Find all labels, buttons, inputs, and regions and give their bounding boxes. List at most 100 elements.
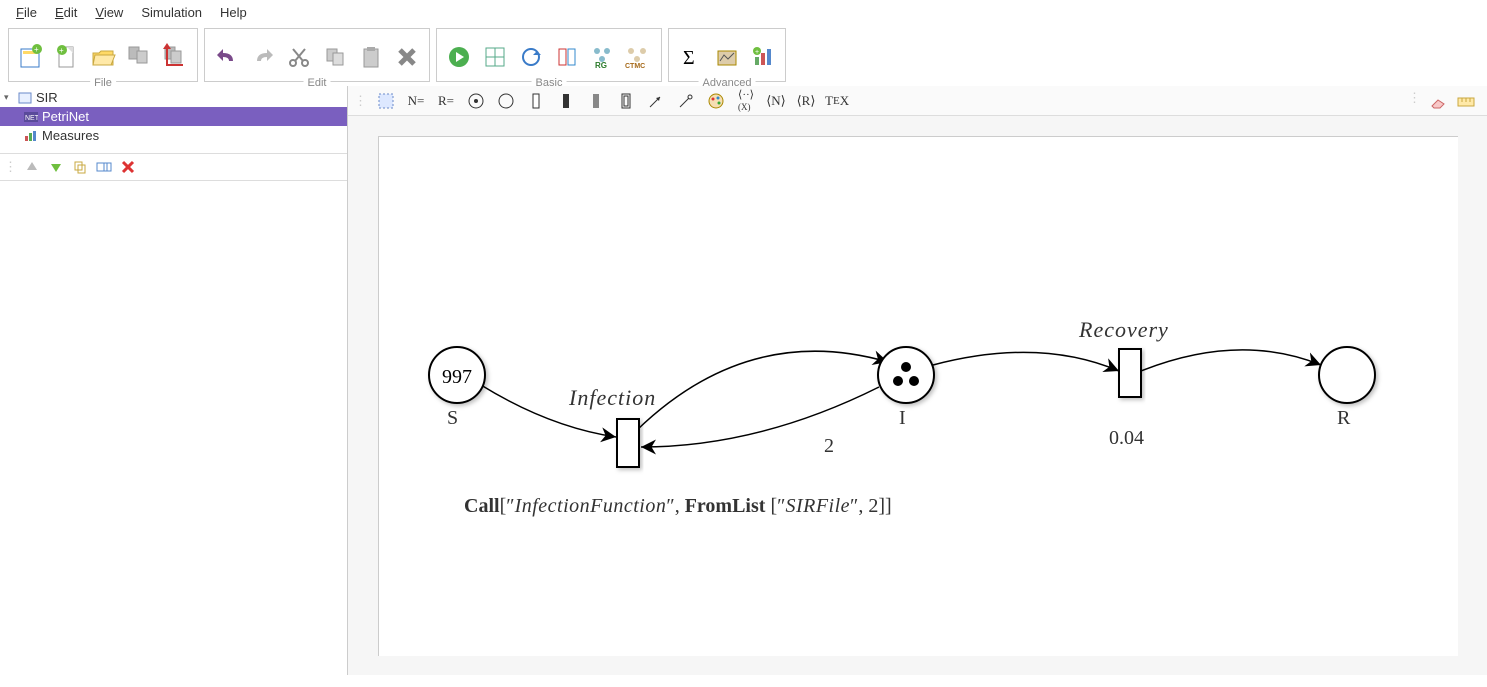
- play-button[interactable]: [443, 39, 475, 75]
- scissors-icon: [287, 45, 311, 69]
- recovery-rate-label: 0.04: [1109, 427, 1144, 450]
- save-button[interactable]: [123, 39, 155, 75]
- tree-item-petrinet[interactable]: NET PetriNet: [0, 107, 347, 126]
- palette-icon: [707, 92, 725, 110]
- open-button[interactable]: [87, 39, 119, 75]
- copy-icon: [323, 45, 347, 69]
- net-icon: NET: [24, 111, 38, 123]
- x-brace-tool[interactable]: ⟨··⟩(X): [735, 90, 757, 112]
- cut-button[interactable]: [283, 39, 315, 75]
- transition-black-tool[interactable]: [555, 90, 577, 112]
- place-i-label: I: [899, 407, 906, 430]
- rg-icon: RG: [589, 45, 617, 69]
- svg-text:Σ: Σ: [683, 47, 695, 69]
- svg-text:CTMC: CTMC: [625, 63, 645, 69]
- editor-area: ⋮ N= R= ⟨··⟩(X) ⟨N⟩ ⟨R⟩ TEX ⋮: [348, 86, 1487, 675]
- tree-measures-label: Measures: [42, 128, 99, 143]
- chart-icon: +: [751, 45, 775, 69]
- cycle-button[interactable]: [515, 39, 547, 75]
- place-tool[interactable]: [465, 90, 487, 112]
- rg-button[interactable]: RG: [587, 39, 619, 75]
- layout-button[interactable]: [479, 39, 511, 75]
- place-s-tokens: 997: [442, 366, 472, 388]
- place-r-label: R: [1337, 407, 1350, 430]
- tree-arrow-icon: ▾: [4, 92, 14, 103]
- undo-button[interactable]: [211, 39, 243, 75]
- unfold-button[interactable]: [551, 39, 583, 75]
- new-file-icon: +: [53, 43, 81, 71]
- r-eq-tool[interactable]: R=: [435, 90, 457, 112]
- svg-text:+: +: [59, 46, 64, 55]
- transition-white-icon: [530, 92, 542, 110]
- delete-x-small-icon: [121, 160, 135, 174]
- tex-tool[interactable]: TEX: [825, 90, 849, 112]
- transition-outline-icon: [620, 92, 632, 110]
- menu-simulation[interactable]: Simulation: [133, 3, 210, 22]
- sigma-button[interactable]: Σ: [675, 39, 707, 75]
- place-s-label: S: [447, 407, 458, 430]
- n-eq-tool[interactable]: N=: [405, 90, 427, 112]
- redo-button[interactable]: [247, 39, 279, 75]
- svg-text:NET: NET: [25, 115, 38, 122]
- paste-icon: [359, 45, 383, 69]
- canvas-viewport[interactable]: 997 S I R Infection: [348, 116, 1487, 675]
- toolbar-group-file: + + File: [8, 28, 198, 82]
- select-tool[interactable]: [375, 90, 397, 112]
- transition-gray-icon: [590, 92, 602, 110]
- layout-icon: [483, 45, 507, 69]
- menu-file[interactable]: File: [8, 3, 45, 22]
- canvas[interactable]: 997 S I R Infection: [378, 136, 1458, 656]
- petri-net-svg: 997: [379, 137, 1459, 657]
- paste-button[interactable]: [355, 39, 387, 75]
- grip-icon: ⋮: [354, 93, 367, 109]
- transition-infection-label: Infection: [569, 385, 656, 411]
- r-angle-tool[interactable]: ⟨R⟩: [795, 90, 817, 112]
- grip-icon: ⋮: [4, 159, 17, 175]
- analysis-button[interactable]: [711, 39, 743, 75]
- new-file-button[interactable]: +: [51, 39, 83, 75]
- copy-button[interactable]: [319, 39, 351, 75]
- move-down-button[interactable]: [47, 158, 65, 176]
- menu-help[interactable]: Help: [212, 3, 255, 22]
- arc-tool[interactable]: [645, 90, 667, 112]
- n-angle-tool[interactable]: ⟨N⟩: [765, 90, 787, 112]
- editor-toolbar: ⋮ N= R= ⟨··⟩(X) ⟨N⟩ ⟨R⟩ TEX ⋮: [348, 86, 1487, 116]
- transition-gray-tool[interactable]: [585, 90, 607, 112]
- selection-icon: [377, 92, 395, 110]
- tree-root-sir[interactable]: ▾ SIR: [0, 88, 347, 107]
- ctmc-button[interactable]: CTMC: [623, 39, 655, 75]
- toolbar-row: + + File Edit RG CTMC Basic: [0, 24, 1487, 86]
- inhibitor-icon: [677, 92, 695, 110]
- color-tool[interactable]: [705, 90, 727, 112]
- cycle-icon: [519, 45, 543, 69]
- tree-item-measures[interactable]: Measures: [0, 126, 347, 145]
- sidebar: ▾ SIR NET PetriNet Measures ⋮: [0, 86, 348, 675]
- svg-text:RG: RG: [595, 61, 607, 69]
- delete-tree-button[interactable]: [119, 158, 137, 176]
- place-empty-tool[interactable]: [495, 90, 517, 112]
- transition-outline-tool[interactable]: [615, 90, 637, 112]
- menu-view[interactable]: View: [87, 3, 131, 22]
- tree-root-label: SIR: [36, 90, 58, 105]
- delete-button[interactable]: [391, 39, 423, 75]
- expr-call: Call: [464, 495, 500, 517]
- inhibitor-arc-tool[interactable]: [675, 90, 697, 112]
- toolbar-group-basic: RG CTMC Basic: [436, 28, 662, 82]
- save-icon: [125, 43, 153, 71]
- transition-white-tool[interactable]: [525, 90, 547, 112]
- new-project-button[interactable]: +: [15, 39, 47, 75]
- chart-button[interactable]: +: [747, 39, 779, 75]
- svg-text:+: +: [755, 49, 759, 56]
- toolbar-group-file-label: File: [90, 77, 116, 89]
- duplicate-button[interactable]: [71, 158, 89, 176]
- rename-button[interactable]: [95, 158, 113, 176]
- move-up-button[interactable]: [23, 158, 41, 176]
- save-all-button[interactable]: [159, 39, 191, 75]
- undo-icon: [215, 45, 239, 69]
- ruler-tool[interactable]: [1455, 90, 1477, 112]
- sigma-icon: Σ: [679, 45, 703, 69]
- menu-edit[interactable]: Edit: [47, 3, 85, 22]
- project-tree: ▾ SIR NET PetriNet Measures: [0, 86, 347, 147]
- sidebar-toolbar: ⋮: [0, 153, 347, 181]
- eraser-tool[interactable]: [1427, 90, 1449, 112]
